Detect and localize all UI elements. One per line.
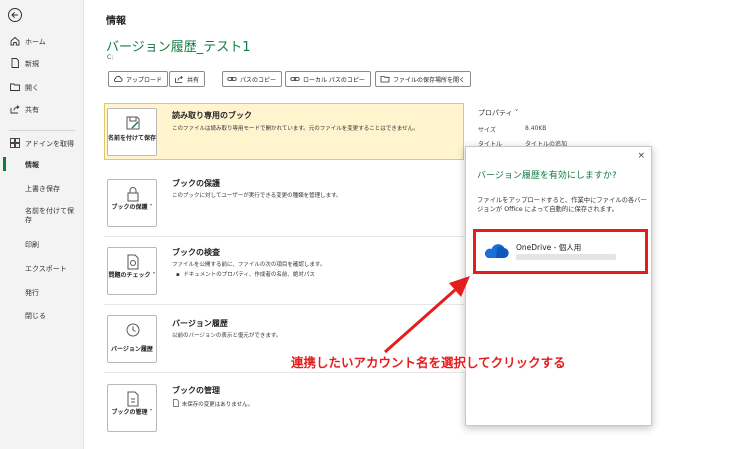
copy-path-button[interactable]: パスのコピー — [222, 71, 283, 87]
onedrive-cloud-icon — [484, 244, 509, 258]
check-for-issues-button[interactable]: 問題のチェック ˅ — [107, 247, 157, 295]
annotation-text: 連携したいアカウント名を選択してクリックする — [291, 355, 566, 370]
open-file-location-button[interactable]: ファイルの保存場所を開く — [375, 71, 472, 87]
onedrive-account-option[interactable]: OneDrive - 個人用 — [473, 229, 648, 274]
manage-document-icon — [127, 391, 139, 407]
version-history-button-label: バージョン履歴 — [111, 346, 153, 353]
back-arrow-icon[interactable] — [7, 7, 23, 23]
sidebar-item-label: 情報 — [25, 161, 39, 169]
upload-button-label: アップロード — [126, 76, 163, 84]
copy-path-button-label: パスのコピー — [240, 76, 277, 84]
document-icon — [173, 399, 179, 407]
file-path: C: — [107, 54, 114, 61]
sidebar-item-label: 名前を付けて保存 — [25, 207, 74, 224]
card-description: 未保存の変更はありません。 — [172, 399, 253, 408]
sidebar-item-share[interactable]: 共有 — [0, 99, 84, 119]
sidebar-item-label: ホーム — [25, 38, 46, 46]
share-button[interactable]: 共有 — [169, 71, 206, 87]
sidebar-item-get-addins[interactable]: アドインを取得 — [0, 133, 84, 153]
share-icon — [10, 105, 20, 114]
save-as-button[interactable]: 名前を付けて保存 — [107, 108, 157, 156]
copy-local-path-button-label: ローカル パスのコピー — [303, 76, 365, 84]
properties-header[interactable]: プロパティ ˅ — [478, 108, 518, 118]
version-history-button[interactable]: バージョン履歴 — [107, 315, 157, 363]
share-button-label: 共有 — [187, 76, 200, 84]
save-as-button-label: 名前を付けて保存 — [108, 135, 157, 142]
card-bullet-text: ドキュメントのプロパティ、作成者の名前、絶対パス — [183, 272, 315, 278]
home-icon — [10, 36, 20, 46]
card-description: ファイルを公開する前に、ファイルの次の項目を確認します。 — [172, 262, 326, 268]
card-bullet: ▪ ドキュメントのプロパティ、作成者の名前、絶対パス — [176, 272, 315, 278]
card-title: 読み取り専用のブック — [172, 111, 252, 120]
sidebar-item-label: アドインを取得 — [25, 140, 74, 148]
history-clock-icon — [126, 323, 140, 337]
sidebar-item-label: 閉じる — [25, 312, 46, 320]
dialog-text: ファイルをアップロードすると、作業中にファイルの各バージョンが Office に… — [477, 197, 647, 213]
sidebar-item-publish[interactable]: 発行 — [0, 282, 84, 302]
page-title: 情報 — [106, 16, 126, 27]
lock-icon — [127, 187, 139, 202]
file-title: バージョン履歴_テスト1 — [106, 40, 251, 55]
sidebar-item-home[interactable]: ホーム — [0, 31, 84, 51]
sidebar-item-export[interactable]: エクスポート — [0, 258, 84, 278]
copy-local-path-button[interactable]: ローカル パスのコピー — [285, 71, 371, 87]
addins-grid-icon — [10, 138, 20, 148]
divider — [104, 304, 464, 305]
protect-workbook-button[interactable]: ブックの保護 ˅ — [107, 179, 157, 227]
card-description: このブックに対してユーザーが実行できる変更の種類を管理します。 — [172, 193, 342, 199]
sidebar-item-label: 上書き保存 — [25, 185, 60, 193]
account-name: OneDrive - 個人用 — [516, 243, 582, 252]
card-title: ブックの管理 — [172, 386, 220, 395]
sidebar-item-open[interactable]: 開く — [0, 77, 84, 97]
card-description-text: 未保存の変更はありません。 — [181, 402, 254, 408]
sidebar-item-label: 開く — [25, 84, 39, 92]
protect-workbook-button-label: ブックの保護 ˅ — [111, 204, 153, 211]
inspect-document-icon — [127, 254, 139, 270]
share-icon — [175, 75, 183, 83]
dialog-title: バージョン履歴を有効にしますか? — [477, 171, 617, 181]
manage-workbook-button[interactable]: ブックの管理 ˅ — [107, 384, 157, 432]
sidebar-item-save[interactable]: 上書き保存 — [0, 178, 84, 198]
divider — [104, 372, 464, 373]
sidebar-divider — [9, 130, 75, 131]
folder-open-icon — [10, 83, 20, 91]
new-document-icon — [11, 58, 19, 68]
save-as-icon — [126, 116, 140, 130]
cloud-upload-icon — [114, 75, 123, 82]
link-icon — [227, 77, 237, 81]
link-icon — [290, 77, 300, 81]
sidebar-item-new[interactable]: 新規 — [0, 53, 84, 73]
sidebar-item-label: 新規 — [25, 60, 39, 68]
card-description: 以前のバージョンの表示と復元ができます。 — [172, 333, 282, 339]
sidebar-item-info[interactable]: 情報 — [0, 154, 84, 174]
sidebar-item-close[interactable]: 閉じる — [0, 305, 84, 325]
version-history-dialog: × バージョン履歴を有効にしますか? ファイルをアップロードすると、作業中にファ… — [465, 146, 652, 426]
close-icon[interactable]: × — [637, 151, 645, 161]
upload-button[interactable]: アップロード — [108, 71, 169, 87]
card-description: このファイルは読み取り専用モードで開かれています。元のファイルを変更することはで… — [172, 126, 419, 132]
property-key: サイズ — [478, 127, 496, 134]
blurred-account-email — [516, 254, 616, 260]
card-title: ブックの保護 — [172, 179, 220, 188]
backstage-sidebar: ホーム 新規 開く 共有 アドインを取得 情報 上書き保存 名前を付けて保存 印… — [0, 0, 84, 449]
card-title: ブックの検査 — [172, 248, 220, 257]
property-value: 8.40KB — [525, 125, 547, 132]
open-file-location-button-label: ファイルの保存場所を開く — [393, 76, 466, 84]
sidebar-item-save-as[interactable]: 名前を付けて保存 — [0, 204, 84, 224]
divider — [104, 236, 464, 237]
sidebar-item-label: エクスポート — [25, 265, 67, 273]
manage-workbook-button-label: ブックの管理 ˅ — [111, 409, 153, 416]
sidebar-item-label: 発行 — [25, 289, 39, 297]
sidebar-item-print[interactable]: 印刷 — [0, 234, 84, 254]
card-title: バージョン履歴 — [172, 319, 228, 328]
folder-icon — [380, 76, 390, 83]
sidebar-item-label: 印刷 — [25, 241, 39, 249]
check-for-issues-button-label: 問題のチェック ˅ — [108, 272, 156, 279]
sidebar-item-label: 共有 — [25, 106, 39, 114]
